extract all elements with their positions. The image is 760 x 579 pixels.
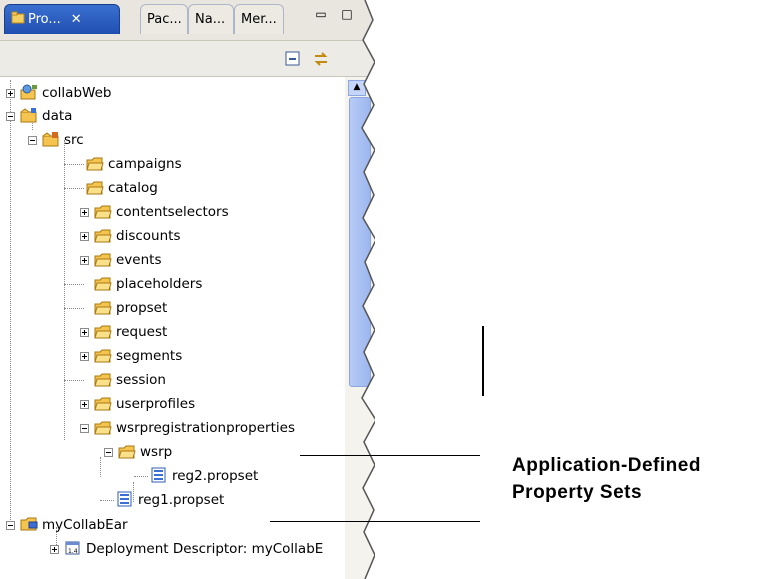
- collapse-icon[interactable]: [6, 521, 15, 530]
- tree-item-label: wsrp: [140, 444, 173, 460]
- tree-item-label: Deployment Descriptor: myCollabE: [86, 541, 324, 557]
- tree-guide-line: [10, 80, 11, 524]
- tab-navigator[interactable]: Na...: [188, 4, 234, 34]
- tree-guide-line: [64, 380, 84, 381]
- expand-icon[interactable]: [50, 545, 59, 554]
- folder-icon: [86, 157, 104, 171]
- tree-item-label: campaigns: [108, 156, 182, 172]
- close-icon[interactable]: ✕: [71, 12, 82, 27]
- folder-icon: [94, 325, 112, 339]
- expand-icon[interactable]: [6, 89, 15, 98]
- expand-icon[interactable]: [80, 232, 89, 241]
- folder-icon: [94, 205, 112, 219]
- tab-label: Pro...: [28, 12, 61, 27]
- folder-icon: [94, 229, 112, 243]
- expand-icon[interactable]: [80, 400, 89, 409]
- data-project-icon: [20, 108, 37, 123]
- callout-label-line2: Property Sets: [512, 482, 643, 503]
- tree-item-label: collabWeb: [42, 85, 112, 101]
- tree-item-label: placeholders: [116, 276, 203, 292]
- view-toolbar: [0, 41, 375, 77]
- folder-icon: [94, 301, 112, 315]
- svg-text:1.4: 1.4: [68, 548, 78, 555]
- expand-icon[interactable]: [80, 208, 89, 217]
- expand-icon[interactable]: [80, 256, 89, 265]
- torn-edge-decoration: [361, 0, 375, 579]
- tree-item-label: userprofiles: [116, 396, 196, 412]
- tab-package-explorer[interactable]: Pac...: [140, 4, 188, 34]
- collapse-icon[interactable]: [80, 424, 89, 433]
- propset-file-icon: [151, 467, 166, 483]
- maximize-icon[interactable]: □: [340, 8, 354, 22]
- callout-pointer-line-top: [300, 455, 480, 456]
- collapse-all-icon[interactable]: [284, 50, 302, 68]
- propset-file-icon: [117, 491, 132, 507]
- tree-guide-line: [64, 140, 65, 440]
- tree-guide-line: [64, 284, 84, 285]
- folder-icon: [86, 181, 104, 195]
- view-tab-bar: Pro... ✕ Pac... Na... Mer... ▭ □: [0, 0, 375, 41]
- tab-project-explorer[interactable]: Pro... ✕: [4, 4, 120, 34]
- source-folder-icon: [42, 132, 59, 147]
- tree-item-label: session: [116, 372, 166, 388]
- tab-label: Na...: [195, 12, 226, 27]
- tree-guide-line: [134, 476, 148, 477]
- folder-icon: [94, 277, 112, 291]
- project-tree: collabWeb data src campaigns catalog con: [0, 77, 345, 579]
- tree-item-label: myCollabEar: [42, 517, 128, 533]
- folder-icon: [94, 253, 112, 267]
- tree-item-label: discounts: [116, 228, 181, 244]
- ear-project-icon: [20, 517, 38, 531]
- tree-item-label: events: [116, 252, 162, 268]
- tree-item-label: segments: [116, 348, 183, 364]
- web-project-icon: [20, 84, 37, 100]
- expand-icon[interactable]: [80, 328, 89, 337]
- tree-guide-line: [100, 500, 114, 501]
- folder-icon: [94, 349, 112, 363]
- folder-icon: [94, 421, 112, 435]
- tree-item-label: catalog: [108, 180, 158, 196]
- tree-item-label: wsrpregistrationproperties: [116, 420, 295, 436]
- tree-item-label: data: [42, 108, 73, 124]
- link-with-editor-icon[interactable]: [312, 50, 330, 68]
- tree-guide-line: [64, 308, 84, 309]
- collapse-icon[interactable]: [28, 136, 37, 145]
- tree-item-label: reg1.propset: [138, 492, 225, 508]
- minimize-icon[interactable]: ▭: [314, 8, 328, 22]
- collapse-icon[interactable]: [6, 112, 15, 121]
- folder-icon: [118, 445, 136, 459]
- callout-pointer-line-bottom: [270, 521, 480, 522]
- expand-icon[interactable]: [80, 352, 89, 361]
- project-explorer-panel: Pro... ✕ Pac... Na... Mer... ▭ □ collabW…: [0, 0, 375, 579]
- collapse-icon[interactable]: [104, 448, 113, 457]
- tab-label: Pac...: [147, 12, 182, 27]
- tab-label: Mer...: [241, 12, 277, 27]
- tab-merchandising[interactable]: Mer...: [234, 4, 284, 34]
- tree-item-label: propset: [116, 300, 168, 316]
- folder-icon: [94, 373, 112, 387]
- folder-icon: [94, 397, 112, 411]
- descriptor-icon: 1.4: [65, 541, 80, 555]
- tree-item-label: request: [116, 324, 168, 340]
- callout-label-line1: Application-Defined: [512, 455, 701, 476]
- tree-guide-line: [64, 188, 84, 189]
- tree-guide-line: [64, 164, 84, 165]
- folder-view-icon: [11, 7, 25, 24]
- tree-item-label: reg2.propset: [172, 468, 259, 484]
- tree-guide-line: [100, 457, 101, 477]
- tree-item-label: contentselectors: [116, 204, 229, 220]
- callout-bracket-line: [482, 326, 484, 396]
- tree-item-label: src: [64, 132, 84, 148]
